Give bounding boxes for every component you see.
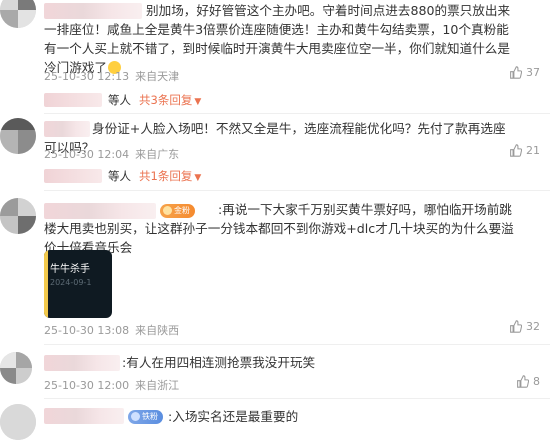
comment-date: 25-10-30 12:04 xyxy=(44,148,130,161)
avatar[interactable] xyxy=(0,118,36,154)
avatar[interactable] xyxy=(0,0,36,28)
like-count: 8 xyxy=(533,375,540,388)
view-replies-link[interactable]: 共3条回复 ▼ xyxy=(139,92,201,108)
like-count: 32 xyxy=(526,320,540,333)
like-button[interactable]: 8 xyxy=(516,375,540,388)
reply-username xyxy=(44,169,102,183)
comment-location: 来自广东 xyxy=(135,148,180,161)
reply-suffix: 等人 xyxy=(108,169,131,183)
avatar[interactable] xyxy=(0,198,36,234)
view-replies-link[interactable]: 共1条回复 ▼ xyxy=(139,168,201,184)
comment-meta: 25-10-30 13:08 来自陕西 xyxy=(44,322,185,338)
like-count: 21 xyxy=(526,144,540,157)
chevron-down-icon: ▼ xyxy=(194,97,202,107)
avatar[interactable] xyxy=(0,352,32,384)
thumbs-up-icon xyxy=(517,375,529,388)
reply-summary[interactable]: 等人 共3条回复 ▼ xyxy=(44,90,201,110)
comment-text: :入场实名还是最重要的 xyxy=(168,409,299,424)
like-button[interactable]: 21 xyxy=(509,144,540,157)
image-title: 牛牛杀手 xyxy=(50,264,90,275)
divider xyxy=(44,113,550,114)
comment-location: 来自陕西 xyxy=(135,324,180,337)
comment-location: 来自浙江 xyxy=(135,379,180,392)
image-subtitle: 2024-09-1 xyxy=(50,278,92,287)
comment-text: :再说一下大家千万别买黄牛票好吗，哪怕临开场前跳楼大甩卖也别买，让这群孙子一分钱… xyxy=(44,202,514,255)
like-button[interactable]: 32 xyxy=(509,320,540,333)
thumbs-up-icon xyxy=(510,66,522,79)
avatar[interactable] xyxy=(0,404,36,440)
thumbs-up-icon xyxy=(510,320,522,333)
divider xyxy=(44,190,550,191)
divider xyxy=(44,398,550,399)
comment-date: 25-10-30 13:08 xyxy=(44,324,130,337)
comment-meta: 25-10-30 12:13 来自天津 xyxy=(44,68,185,84)
comment-location: 来自天津 xyxy=(135,70,180,83)
like-button[interactable]: 37 xyxy=(509,66,540,79)
reply-username xyxy=(44,93,102,107)
comment-text: 别加场，好好管管这个主办吧。守着时间点进去880的票只放出来一排座位！咸鱼上全是… xyxy=(44,3,511,75)
comment-date: 25-10-30 12:00 xyxy=(44,379,130,392)
attached-image[interactable]: 牛牛杀手 2024-09-1 xyxy=(44,250,112,318)
comment-meta: 25-10-30 12:04 来自广东 xyxy=(44,146,185,162)
thumbs-up-icon xyxy=(510,144,522,157)
reply-summary[interactable]: 等人 共1条回复 ▼ xyxy=(44,166,201,186)
comment-meta: 25-10-30 12:00 来自浙江 xyxy=(44,377,185,393)
comment-text: :有人在用四相连测抢票我没开玩笑 xyxy=(122,355,316,370)
comment-date: 25-10-30 12:13 xyxy=(44,70,130,83)
chevron-down-icon: ▼ xyxy=(194,173,202,183)
reply-suffix: 等人 xyxy=(108,93,131,107)
divider xyxy=(44,344,550,345)
like-count: 37 xyxy=(526,66,540,79)
